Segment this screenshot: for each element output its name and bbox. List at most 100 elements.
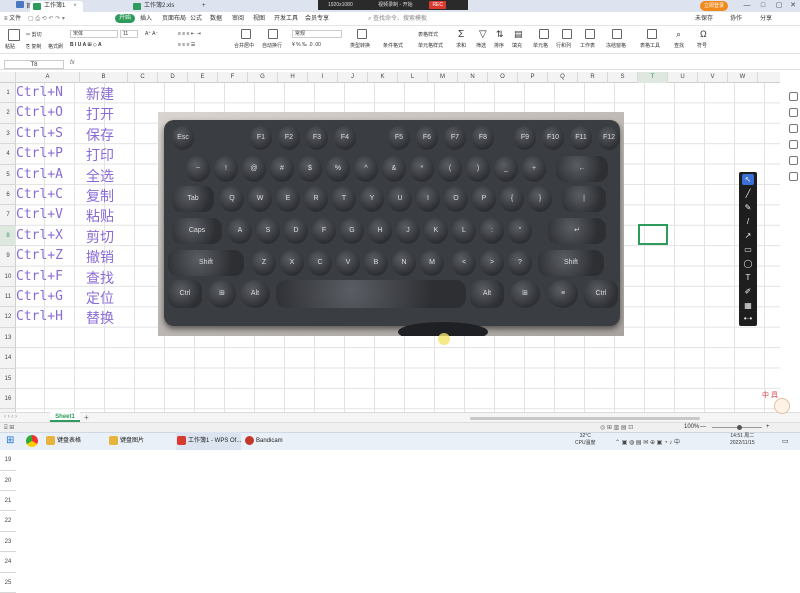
row-header-5[interactable]: 5 <box>0 165 16 185</box>
tab-workbook1[interactable]: 工作簿1 × <box>30 1 83 12</box>
column-header-p[interactable]: P <box>518 72 548 83</box>
login-button[interactable]: 立即登录 <box>700 1 728 11</box>
row-header-10[interactable]: 10 <box>0 267 16 287</box>
row-header-9[interactable]: 9 <box>0 246 16 267</box>
row-header-24[interactable]: 24 <box>0 552 16 573</box>
shortcut-action-cell[interactable]: 复制 <box>86 186 114 206</box>
shortcut-action-cell[interactable]: 打开 <box>86 104 114 124</box>
selected-cell[interactable] <box>638 224 668 245</box>
notification-icon[interactable]: ▭ <box>782 437 789 445</box>
shortcut-key-cell[interactable]: Ctrl+H <box>16 309 63 324</box>
column-header-n[interactable]: N <box>458 72 488 83</box>
column-header-o[interactable]: O <box>488 72 518 83</box>
column-header-l[interactable]: L <box>398 72 428 83</box>
cell-icon[interactable] <box>539 29 549 39</box>
shortcut-key-cell[interactable]: Ctrl+A <box>16 167 63 182</box>
shortcut-key-cell[interactable]: Ctrl+Z <box>16 248 63 263</box>
table-style-button[interactable]: 表格样式 <box>418 31 438 38</box>
menu-start[interactable]: 开始 <box>115 14 136 23</box>
select-icon[interactable] <box>789 92 798 101</box>
freeze-icon[interactable] <box>612 29 622 39</box>
column-header-m[interactable]: M <box>428 72 458 83</box>
format-painter-button[interactable]: 格式刷 <box>48 43 63 50</box>
keyboard-image[interactable]: Esc F1 F2 F3 F4 F5 F6 F7 F8 F9 F10 F11 F12 ~! @ # $% ^ & *(… <box>158 112 624 336</box>
shortcut-key-cell[interactable]: Ctrl+X <box>16 228 63 243</box>
minimize-icon[interactable]: — <box>740 0 754 12</box>
column-header-v[interactable]: V <box>698 72 728 83</box>
menu-member[interactable]: 会员专享 <box>305 12 329 26</box>
menu-insert[interactable]: 插入 <box>140 12 152 26</box>
wrap-icon[interactable] <box>268 29 278 39</box>
shortcut-key-cell[interactable]: Ctrl+N <box>16 85 63 100</box>
column-header-d[interactable]: D <box>158 72 188 83</box>
row-header-1[interactable]: 1 <box>0 83 16 104</box>
ellipse-icon[interactable]: ◯ <box>742 258 754 269</box>
font-size-select[interactable]: 11 <box>120 30 138 38</box>
shortcut-key-cell[interactable]: Ctrl+P <box>16 146 63 161</box>
tray-icons[interactable]: ⌃ ▣ ◍ ▤ ✉ ⊕ ▣ ◔ ♪ 中 <box>615 437 680 446</box>
menu-page-layout[interactable]: 页面布局 <box>162 12 186 26</box>
column-header-w[interactable]: W <box>728 72 758 83</box>
number-format-buttons[interactable]: ¥ % ‰ .0 .00 <box>292 42 321 48</box>
convert-icon[interactable] <box>357 29 367 39</box>
symbol-icon[interactable]: Ω <box>700 29 707 39</box>
column-header-e[interactable]: E <box>188 72 218 83</box>
row-header-23[interactable]: 23 <box>0 532 16 553</box>
shortcut-action-cell[interactable]: 定位 <box>86 288 114 308</box>
rec-badge[interactable]: REC <box>429 1 446 9</box>
column-header-u[interactable]: U <box>668 72 698 83</box>
pointer-icon[interactable]: ↖ <box>742 174 754 185</box>
row-header-8[interactable]: 8 <box>0 225 16 247</box>
select-all-corner[interactable] <box>0 72 16 83</box>
shortcut-key-cell[interactable]: Ctrl+V <box>16 207 63 222</box>
column-header-h[interactable]: H <box>278 72 308 83</box>
pen-icon[interactable]: ╱ <box>742 188 754 199</box>
column-header-b[interactable]: B <box>80 72 128 83</box>
backup-icon[interactable] <box>789 156 798 165</box>
rectangle-icon[interactable]: ▭ <box>742 244 754 255</box>
marker-icon[interactable]: ✎ <box>742 202 754 213</box>
row-header-3[interactable]: 3 <box>0 124 16 145</box>
worksheet-icon[interactable] <box>585 29 595 39</box>
shortcut-key-cell[interactable]: Ctrl+F <box>16 269 63 284</box>
fill-icon[interactable]: ▤ <box>514 29 523 40</box>
search-command[interactable]: ⌕ 查找命令、搜索模板 <box>368 12 427 26</box>
cell-style-button[interactable]: 单元格样式 <box>418 42 443 49</box>
row-header-4[interactable]: 4 <box>0 144 16 165</box>
merge-icon[interactable] <box>241 29 251 39</box>
rowcol-icon[interactable] <box>562 29 572 39</box>
formula-input[interactable]: fx <box>70 60 75 66</box>
start-icon[interactable]: ⊞ <box>6 435 14 446</box>
line-icon[interactable]: / <box>742 216 754 227</box>
shortcut-action-cell[interactable]: 保存 <box>86 125 114 145</box>
filter-icon[interactable]: ▽ <box>479 29 487 40</box>
row-header-20[interactable]: 20 <box>0 471 16 491</box>
close-icon[interactable]: × <box>73 3 77 9</box>
table-tools-icon[interactable] <box>647 29 657 39</box>
row-header-12[interactable]: 12 <box>0 307 16 328</box>
close-window-icon[interactable]: ✕ <box>786 0 800 12</box>
file-menu[interactable]: ≡ 文件 <box>4 12 21 26</box>
row-header-6[interactable]: 6 <box>0 185 16 206</box>
column-header-k[interactable]: K <box>368 72 398 83</box>
arrow-icon[interactable]: ↗ <box>742 230 754 241</box>
horizontal-scrollbar[interactable] <box>470 417 700 420</box>
unsaved-status[interactable]: 未保存 <box>695 12 713 26</box>
shortcut-key-cell[interactable]: Ctrl+S <box>16 126 63 141</box>
sheet-nav-icons[interactable]: ‹ › ‹ › <box>4 414 17 420</box>
column-header-g[interactable]: G <box>248 72 278 83</box>
align-buttons[interactable]: ≡ ≡ ≡ ⇤ ⇥ <box>178 31 201 37</box>
column-header-f[interactable]: F <box>218 72 248 83</box>
cpu-temp-widget[interactable]: 32°C CPU温度 <box>575 433 596 447</box>
more-icon[interactable]: •·• <box>742 313 754 324</box>
cut-button[interactable]: ✂ 剪切 <box>26 31 42 38</box>
row-header-21[interactable]: 21 <box>0 491 16 512</box>
shortcut-key-cell[interactable]: Ctrl+G <box>16 289 63 304</box>
clock[interactable]: 14:51 周二 2022/11/15 <box>730 433 755 447</box>
paste-icon[interactable] <box>8 29 20 41</box>
row-header-22[interactable]: 22 <box>0 511 16 532</box>
shortcut-action-cell[interactable]: 打印 <box>86 145 114 165</box>
sheet-tab-sheet1[interactable]: Sheet1 <box>50 412 80 422</box>
sort-icon[interactable]: ⇅ <box>496 29 504 40</box>
taskbar-app-2[interactable]: 键盘图片 <box>108 432 144 450</box>
